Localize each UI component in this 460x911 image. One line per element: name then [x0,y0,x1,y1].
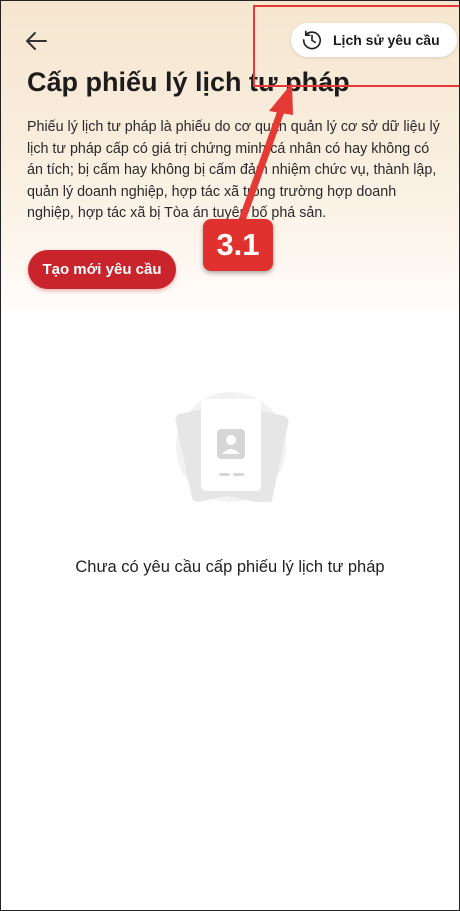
app-screen: Lịch sử yêu cầu Cấp phiếu lý lịch tư phá… [0,0,460,911]
back-button[interactable] [19,23,55,59]
empty-state-message: Chưa có yêu cầu cấp phiếu lý lịch tư phá… [75,558,385,576]
request-history-label: Lịch sử yêu cầu [333,32,440,48]
clock-history-icon [302,30,322,50]
request-history-button[interactable]: Lịch sử yêu cầu [291,23,457,57]
page-title: Cấp phiếu lý lịch tư pháp [27,67,350,97]
page-description: Phiếu lý lịch tư pháp là phiếu do cơ qua… [27,119,440,221]
create-request-button[interactable]: Tạo mới yêu cầu [28,250,176,289]
arrow-left-icon [26,32,47,50]
id-card-placeholder-icon [175,392,289,502]
